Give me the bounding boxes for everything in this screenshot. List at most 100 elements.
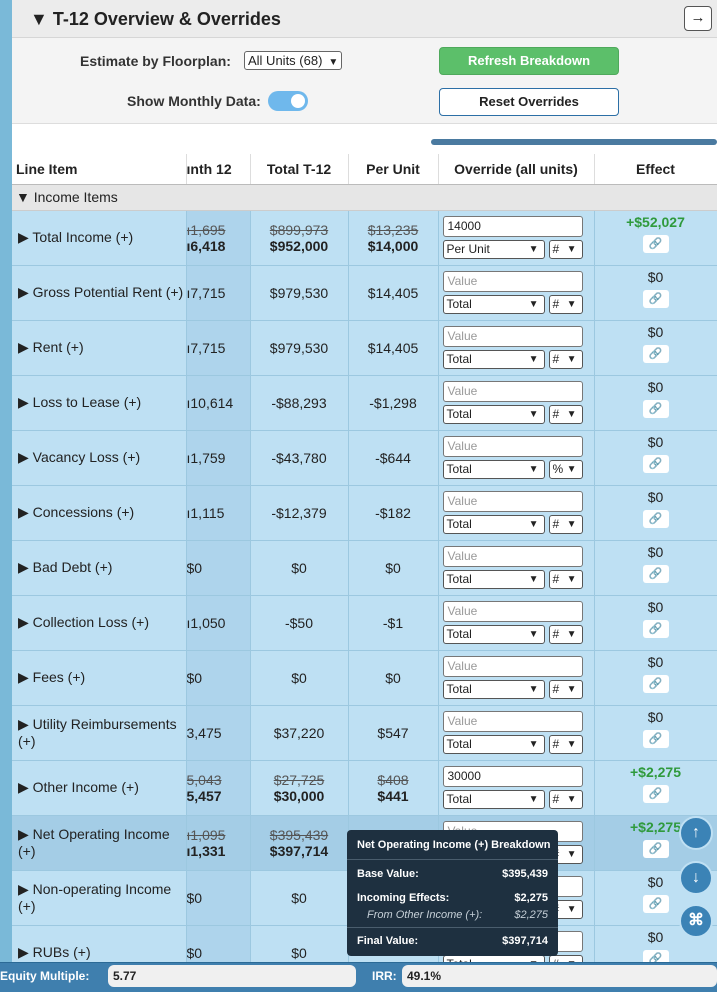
col-per-unit: Per Unit [348, 154, 439, 185]
line-item-name[interactable]: ▶ Loss to Lease (+) [12, 375, 187, 431]
override-mode-select[interactable]: Total ▼ [442, 679, 545, 699]
line-item-name[interactable]: ▶ Net Operating Income (+) [12, 815, 187, 871]
line-item-name[interactable]: ▶ Vacancy Loss (+) [12, 430, 187, 486]
link-icon[interactable]: 🔗 [642, 619, 669, 638]
override-input[interactable]: 14000 [442, 215, 583, 237]
line-item-name[interactable]: ▶ Total Income (+) [12, 210, 187, 266]
income-items-section[interactable]: ▼ Income Items [12, 184, 717, 211]
link-icon[interactable]: 🔗 [642, 509, 669, 528]
override-input[interactable]: Value [442, 270, 583, 292]
override-mode-select[interactable]: Total ▼ [442, 569, 545, 589]
refresh-breakdown-button[interactable]: Refresh Breakdown [439, 47, 619, 75]
override-mode-value: Total [446, 461, 472, 476]
override-mode-select[interactable]: Total ▼ [442, 459, 545, 479]
scroll-up-button[interactable]: ↑ [679, 816, 713, 850]
override-unit-value: # [552, 681, 560, 696]
reset-overrides-button[interactable]: Reset Overrides [439, 88, 619, 116]
override-unit-select[interactable]: % ▼ [548, 459, 583, 479]
line-item-name[interactable]: ▶ Bad Debt (+) [12, 540, 187, 596]
link-icon[interactable]: 🔗 [642, 949, 669, 962]
link-icon[interactable]: 🔗 [642, 894, 669, 913]
per-unit-cell: -$1 [348, 595, 439, 651]
override-unit-select[interactable]: #▼ [548, 239, 583, 259]
line-item-name[interactable]: ▶ Utility Reimbursements (+) [12, 705, 187, 761]
line-item-label: ▶ Loss to Lease (+) [18, 394, 142, 410]
line-item-name[interactable]: ▶ Fees (+) [12, 650, 187, 706]
link-icon[interactable]: 🔗 [642, 784, 669, 803]
override-input[interactable]: Value [442, 490, 583, 512]
arrow-right-icon[interactable]: → [684, 6, 712, 31]
override-unit-select[interactable]: #▼ [548, 514, 583, 534]
irr-value[interactable]: 49.1% [402, 965, 717, 987]
month-12-value: ı1,050 [186, 614, 226, 631]
link-icon[interactable]: 🔗 [642, 399, 669, 418]
override-controls: ValueTotal▼#▼ [439, 651, 594, 705]
override-controls: ValueTotal▼#▼ [439, 596, 594, 650]
link-icon[interactable]: 🔗 [642, 454, 669, 473]
override-input[interactable]: Value [442, 655, 583, 677]
override-input[interactable]: 30000 [442, 765, 583, 787]
line-item-name[interactable]: ▶ RUBs (+) [12, 925, 187, 962]
collapse-all-button[interactable]: ⌘ [679, 904, 713, 938]
chevron-down-icon: ▼ [566, 903, 577, 915]
override-unit-select[interactable]: #▼ [548, 789, 583, 809]
link-icon[interactable]: 🔗 [642, 839, 669, 858]
override-input[interactable]: Value [442, 545, 583, 567]
line-item-name[interactable]: ▶ Other Income (+) [12, 760, 187, 816]
override-mode-select[interactable]: Total ▼ [442, 349, 545, 369]
override-input[interactable]: Value [442, 325, 583, 347]
total-t12-cell: -$88,293 [250, 375, 349, 431]
override-mode-value: Total [446, 351, 472, 366]
floorplan-value: All Units (68) [248, 53, 323, 68]
override-unit-select[interactable]: #▼ [548, 569, 583, 589]
link-icon[interactable]: 🔗 [642, 289, 669, 308]
equity-multiple-value[interactable]: 5.77 [108, 965, 356, 987]
page: ▼ T-12 Overview & Overrides → Estimate b… [0, 0, 717, 992]
override-unit-select[interactable]: #▼ [548, 679, 583, 699]
link-icon[interactable]: 🔗 [642, 234, 669, 253]
link-icon[interactable]: 🔗 [642, 729, 669, 748]
panel-title[interactable]: ▼ T-12 Overview & Overrides [30, 9, 281, 30]
link-icon[interactable]: 🔗 [642, 344, 669, 363]
override-unit-select[interactable]: #▼ [548, 294, 583, 314]
override-mode-select[interactable]: Total ▼ [442, 514, 545, 534]
chevron-down-icon: ▼ [328, 57, 339, 68]
chevron-down-icon: ▼ [528, 573, 539, 585]
line-item-name[interactable]: ▶ Concessions (+) [12, 485, 187, 541]
override-cell: ValueTotal▼#▼ [438, 485, 595, 541]
line-item-name[interactable]: ▶ Gross Potential Rent (+) [12, 265, 187, 321]
link-icon[interactable]: 🔗 [642, 564, 669, 583]
floorplan-select[interactable]: All Units (68) ▼ [244, 51, 343, 70]
per-unit-value: -$182 [375, 504, 411, 521]
override-mode-select[interactable]: Per Unit ▼ [442, 239, 545, 259]
override-unit-select[interactable]: #▼ [548, 349, 583, 369]
line-item-name[interactable]: ▶ Collection Loss (+) [12, 595, 187, 651]
override-unit-select[interactable]: #▼ [548, 624, 583, 644]
monthly-data-toggle[interactable] [268, 91, 308, 111]
per-unit-cell: $14,405 [348, 265, 439, 321]
irr-label: IRR: [372, 969, 397, 983]
override-input[interactable]: Value [442, 710, 583, 732]
override-mode-value: Total [446, 791, 472, 806]
override-mode-select[interactable]: Total ▼ [442, 624, 545, 644]
override-input[interactable]: Value [442, 600, 583, 622]
override-input[interactable]: Value [442, 435, 583, 457]
horizontal-scrollbar[interactable] [431, 139, 717, 145]
line-item-name[interactable]: ▶ Rent (+) [12, 320, 187, 376]
panel-header[interactable]: ▼ T-12 Overview & Overrides → [12, 0, 717, 38]
line-item-name[interactable]: ▶ Non-operating Income (+) [12, 870, 187, 926]
link-icon[interactable]: 🔗 [642, 674, 669, 693]
override-unit-select[interactable]: #▼ [548, 404, 583, 424]
override-mode-select[interactable]: Total ▼ [442, 789, 545, 809]
scroll-down-button[interactable]: ↓ [679, 861, 713, 895]
override-mode-select[interactable]: Total ▼ [442, 404, 545, 424]
override-input[interactable]: Value [442, 380, 583, 402]
effect-box: $0 🔗 [595, 596, 717, 650]
override-cell: 30000 Total ▼ # ▼ [438, 760, 595, 816]
total-t12-value-adjusted: $30,000 [273, 787, 325, 804]
total-t12-cell: $979,530 [250, 265, 349, 321]
override-mode-select[interactable]: Total ▼ [442, 294, 545, 314]
override-mode-select[interactable]: Total ▼ [442, 734, 545, 754]
override-unit-select[interactable]: #▼ [548, 734, 583, 754]
override-controls: 14000 Per Unit ▼ # ▼ [439, 211, 594, 265]
